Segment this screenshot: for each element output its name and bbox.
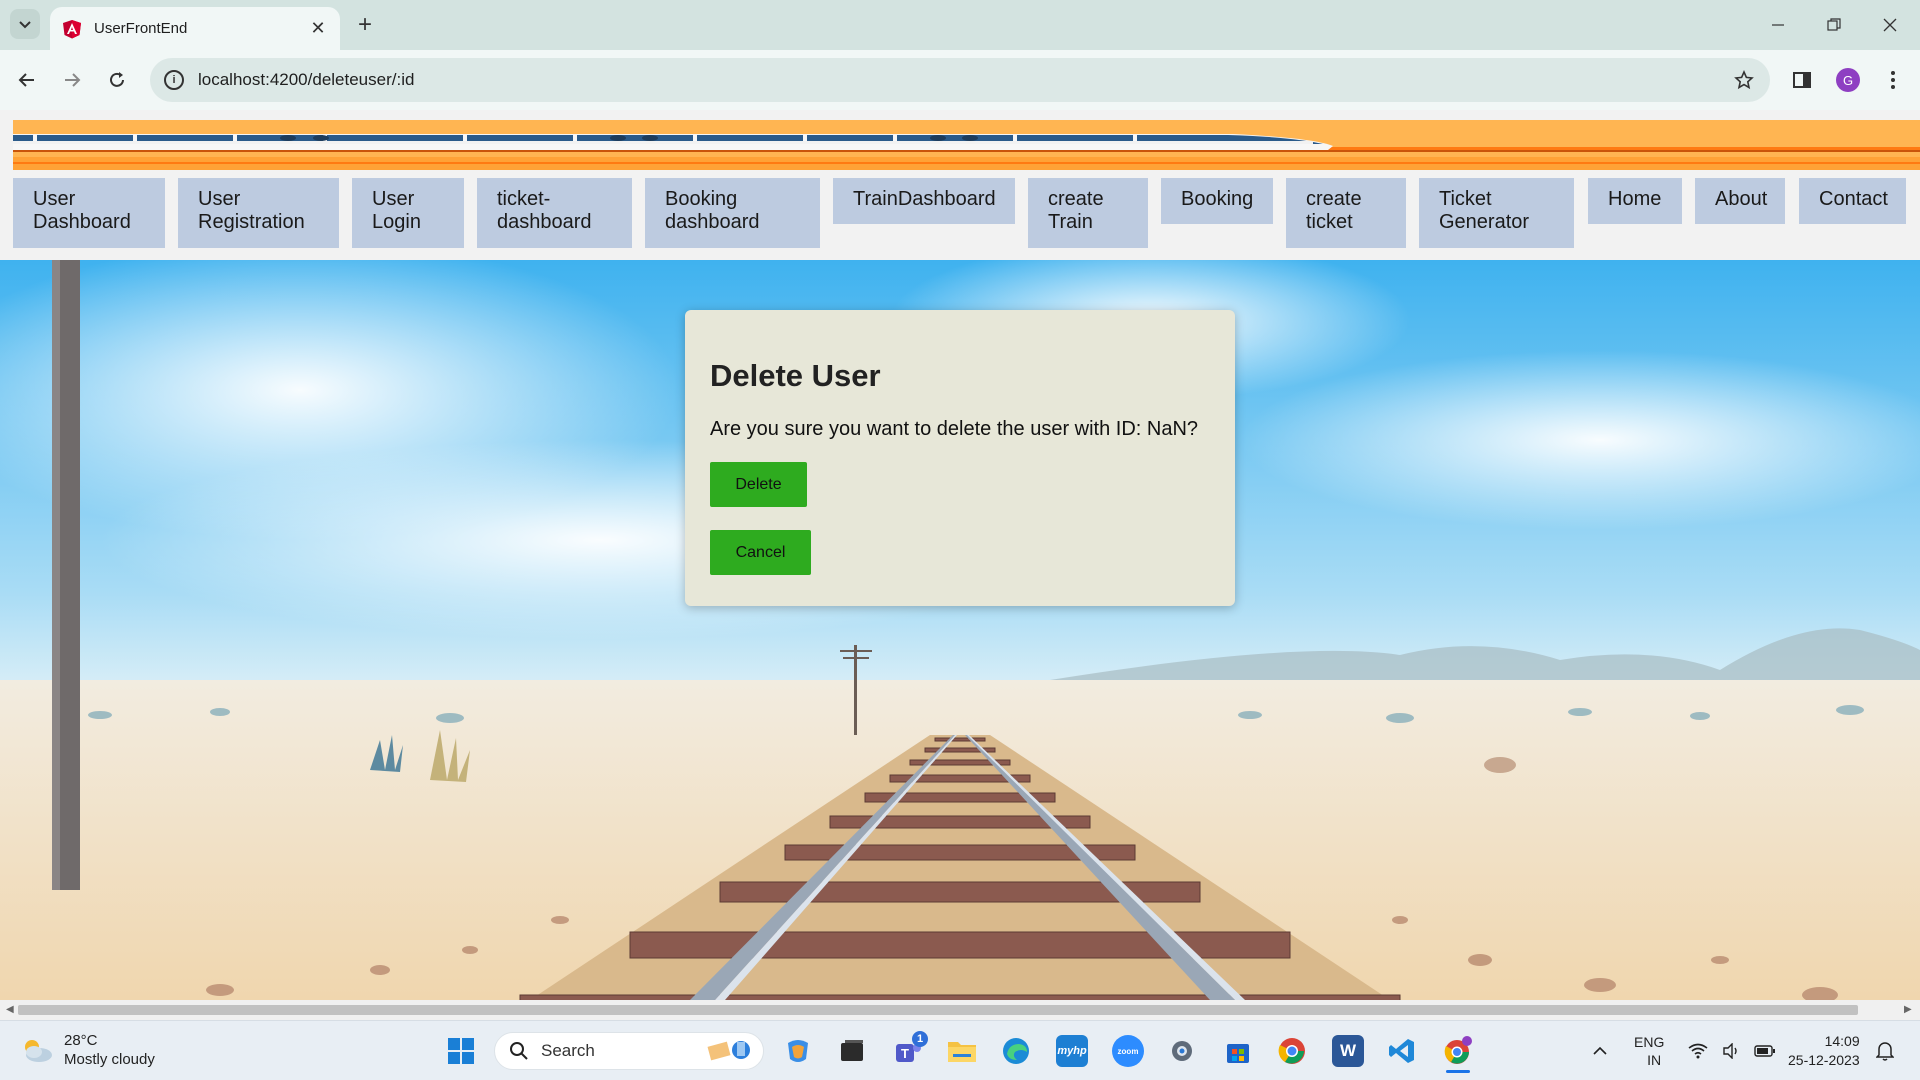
restore-icon[interactable] xyxy=(1814,10,1854,40)
address-bar[interactable]: i localhost:4200/deleteuser/:id xyxy=(150,58,1770,102)
notification-bell-icon[interactable] xyxy=(1876,1021,1894,1080)
search-placeholder: Search xyxy=(541,1041,595,1060)
cancel-button[interactable]: Cancel xyxy=(710,530,811,575)
nav-user-dashboard[interactable]: User Dashboard xyxy=(13,178,165,248)
scrollbar-thumb[interactable] xyxy=(18,1005,1858,1015)
bookmark-star-icon[interactable] xyxy=(1732,68,1756,92)
angular-icon xyxy=(63,19,81,38)
clock[interactable]: 14:09 25-12-2023 xyxy=(1788,1021,1860,1080)
windows-taskbar: 28°C Mostly cloudy Search T 1 myhp zoom xyxy=(0,1020,1920,1080)
page-viewport: User Dashboard User Registration User Lo… xyxy=(0,110,1920,1000)
nav-create-train[interactable]: create Train xyxy=(1028,178,1148,248)
file-explorer-icon[interactable] xyxy=(946,1035,978,1067)
dialog-message: Are you sure you want to delete the user… xyxy=(710,418,1199,440)
forward-arrow-icon[interactable] xyxy=(57,65,87,95)
chrome-icon[interactable] xyxy=(1276,1035,1308,1067)
profile-avatar[interactable]: G xyxy=(1833,65,1863,95)
region-code: IN xyxy=(1647,1052,1662,1068)
horizontal-scrollbar[interactable]: ◀ ▶ xyxy=(0,1000,1920,1020)
tab-search-button[interactable] xyxy=(10,9,40,39)
nav-ticket-dashboard[interactable]: ticket-dashboard xyxy=(477,178,632,248)
scroll-left-icon[interactable]: ◀ xyxy=(6,1004,14,1015)
nav-about[interactable]: About xyxy=(1695,178,1785,224)
url-text[interactable]: localhost:4200/deleteuser/:id xyxy=(198,70,1732,90)
settings-gear-icon[interactable] xyxy=(1166,1035,1198,1067)
task-view-icon[interactable] xyxy=(836,1035,868,1067)
windows-start-icon[interactable] xyxy=(445,1035,477,1067)
system-tray-icons[interactable] xyxy=(1688,1021,1776,1080)
more-menu-icon[interactable] xyxy=(1878,65,1908,95)
myhp-icon[interactable]: myhp xyxy=(1056,1035,1088,1067)
weather-temperature: 28°C xyxy=(64,1032,98,1049)
nav-booking-dashboard[interactable]: Booking dashboard xyxy=(645,178,820,248)
language-indicator[interactable]: ENG IN xyxy=(1634,1021,1664,1080)
main-navbar: User Dashboard User Registration User Lo… xyxy=(0,175,1920,260)
teams-notification-badge: 1 xyxy=(912,1031,928,1047)
minimize-icon[interactable] xyxy=(1758,10,1798,40)
nav-booking[interactable]: Booking xyxy=(1161,178,1273,224)
tab-title: UserFrontEnd xyxy=(94,20,188,37)
nav-train-dashboard[interactable]: TrainDashboard xyxy=(833,178,1015,224)
volume-icon xyxy=(1723,1043,1737,1059)
browser-toolbar: i localhost:4200/deleteuser/:id G xyxy=(0,50,1920,110)
clock-date: 25-12-2023 xyxy=(1788,1052,1860,1068)
nav-user-registration[interactable]: User Registration xyxy=(178,178,339,248)
active-app-indicator xyxy=(1446,1070,1470,1073)
side-panel-icon[interactable] xyxy=(1787,65,1817,95)
vscode-icon[interactable] xyxy=(1386,1035,1418,1067)
weather-widget[interactable]: 28°C Mostly cloudy xyxy=(20,1031,155,1069)
taskbar-search-input[interactable]: Search xyxy=(494,1032,764,1070)
language-code: ENG xyxy=(1634,1034,1665,1050)
word-icon[interactable]: W xyxy=(1332,1035,1364,1067)
nav-contact[interactable]: Contact xyxy=(1799,178,1906,224)
browser-tab-strip: UserFrontEnd ✕ + xyxy=(0,0,1920,50)
nav-user-login[interactable]: User Login xyxy=(352,178,464,248)
dialog-title: Delete User xyxy=(710,358,881,393)
teams-icon[interactable]: T 1 xyxy=(892,1031,928,1067)
nav-create-ticket[interactable]: create ticket xyxy=(1286,178,1406,248)
scroll-right-icon[interactable]: ▶ xyxy=(1904,1004,1912,1015)
delete-button[interactable]: Delete xyxy=(710,462,807,507)
search-highlight-icon xyxy=(705,1036,755,1067)
browser-tab[interactable]: UserFrontEnd ✕ xyxy=(50,7,340,50)
delete-user-dialog: Delete User Are you sure you want to del… xyxy=(685,310,1235,606)
battery-icon xyxy=(1754,1045,1775,1057)
wifi-icon xyxy=(1688,1043,1708,1059)
show-hidden-icons[interactable] xyxy=(1592,1021,1608,1080)
cloudy-weather-icon xyxy=(25,1040,52,1062)
nav-ticket-generator[interactable]: Ticket Generator xyxy=(1419,178,1574,248)
microsoft-store-icon[interactable] xyxy=(1222,1035,1254,1067)
close-tab-icon[interactable]: ✕ xyxy=(308,18,328,39)
edge-browser-icon[interactable] xyxy=(1000,1035,1032,1067)
site-info-icon[interactable]: i xyxy=(164,70,184,90)
reload-icon[interactable] xyxy=(102,65,132,95)
clock-time: 14:09 xyxy=(1824,1033,1860,1049)
search-icon xyxy=(510,1042,528,1060)
close-window-icon[interactable] xyxy=(1870,10,1910,40)
zoom-icon[interactable]: zoom xyxy=(1112,1035,1144,1067)
copilot-icon[interactable] xyxy=(782,1035,814,1067)
train-banner-image xyxy=(13,120,1920,170)
chrome-profile-icon[interactable] xyxy=(1442,1035,1474,1073)
new-tab-button[interactable]: + xyxy=(352,11,378,38)
back-arrow-icon[interactable] xyxy=(12,65,42,95)
svg-text:T: T xyxy=(901,1046,909,1061)
chevron-down-icon xyxy=(19,21,31,29)
weather-condition: Mostly cloudy xyxy=(64,1051,155,1068)
nav-home[interactable]: Home xyxy=(1588,178,1682,224)
